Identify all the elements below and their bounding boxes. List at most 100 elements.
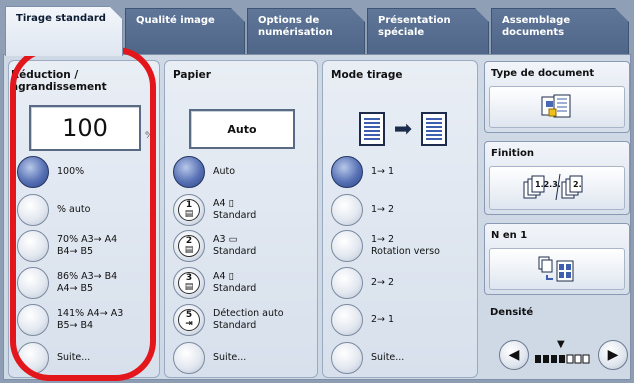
button-title: Type de document (491, 68, 595, 79)
radio[interactable] (17, 194, 49, 226)
tab-label: Assemblage documents (502, 15, 571, 38)
option-label: 100% (57, 166, 85, 177)
radio-selected[interactable] (17, 156, 49, 188)
option-label: 141% A4→ A3 B5→ B4 (57, 308, 124, 331)
radio[interactable] (173, 342, 205, 374)
tab-label: Tirage standard (16, 13, 106, 24)
density-bar (535, 354, 590, 364)
radio[interactable]: 2 ▤ (173, 230, 205, 262)
mode-option-more[interactable]: Suite... (331, 341, 404, 375)
button-face (489, 248, 625, 290)
option-label: Détection auto Standard (213, 308, 284, 331)
option-label: 1→ 1 (371, 166, 395, 177)
paper-group: Papier Auto Auto 1 ▤ A4 ▯ Standard 2 ▤ A3 … (164, 60, 318, 378)
paper-option-tray-5[interactable]: 5 ⇥ Détection auto Standard (173, 303, 284, 337)
n-up-button[interactable]: N en 1 (484, 223, 630, 295)
option-label: Suite... (371, 352, 405, 363)
paper-option-tray-2[interactable]: 2 ▤ A3 ▭ Standard (173, 229, 256, 263)
reduction-option-auto[interactable]: % auto (17, 193, 90, 227)
tab-corner (351, 8, 365, 22)
option-label: % auto (57, 204, 91, 215)
paper-option-more[interactable]: Suite... (173, 341, 246, 375)
reduction-group: Réduction / agrandissement 100 % 100% % … (8, 60, 160, 378)
tab-presentation-speciale[interactable]: Présentation spéciale (367, 8, 489, 54)
option-label: Auto (213, 166, 236, 177)
zoom-value-field[interactable]: 100 (29, 105, 141, 151)
density-scale: ▼ (535, 339, 597, 367)
density-increase-button[interactable]: ▶ (598, 340, 628, 370)
tray-1-icon: 1 ▤ (178, 199, 200, 221)
tab-corner (615, 8, 629, 22)
tab-qualite-image[interactable]: Qualité image (125, 8, 245, 54)
radio[interactable] (331, 230, 363, 262)
tab-options-numerisation[interactable]: Options de numérisation (247, 8, 365, 54)
radio-selected[interactable] (331, 156, 363, 188)
paper-value: Auto (227, 122, 257, 136)
tray-2-icon: 2 ▤ (178, 235, 200, 257)
tab-tirage-standard[interactable]: Tirage standard (5, 6, 123, 56)
document-type-icon (541, 94, 571, 118)
option-label: 1→ 2 (371, 204, 395, 215)
tab-corner (231, 8, 245, 22)
left-triangle-icon: ◀ (508, 347, 520, 363)
radio[interactable] (17, 267, 49, 299)
button-title: Finition (491, 148, 535, 159)
radio[interactable]: 1 ▤ (173, 194, 205, 226)
reduction-option-more[interactable]: Suite... (17, 341, 90, 375)
radio[interactable] (17, 342, 49, 374)
paper-option-tray-1[interactable]: 1 ▤ A4 ▯ Standard (173, 193, 256, 227)
tab-bar: Tirage standard Qualité image Options de… (0, 0, 634, 56)
group-title: Papier (173, 69, 211, 81)
radio[interactable] (331, 304, 363, 336)
radio[interactable] (17, 230, 49, 262)
tray-3-icon: 3 ▤ (178, 272, 200, 294)
option-label: 2→ 1 (371, 314, 395, 325)
radio[interactable] (331, 194, 363, 226)
density-title: Densité (490, 307, 534, 318)
reduction-option-86[interactable]: 86% A3→ B4 A4→ B5 (17, 266, 117, 300)
button-title: N en 1 (491, 230, 528, 241)
paper-value-field[interactable]: Auto (189, 109, 295, 149)
finishing-button[interactable]: Finition 1.2.3. 2. (484, 141, 630, 215)
mode-option-1-1[interactable]: 1→ 1 (331, 155, 394, 189)
tray-5-icon: 5 ⇥ (178, 309, 200, 331)
tab-label: Présentation spéciale (378, 15, 451, 38)
tab-assemblage-documents[interactable]: Assemblage documents (491, 8, 629, 54)
radio[interactable] (331, 342, 363, 374)
group-title: Mode tirage (331, 69, 403, 81)
document-type-button[interactable]: Type de document (484, 61, 630, 133)
option-label: A4 ▯ Standard (213, 271, 257, 294)
mode-option-1-2-rotation[interactable]: 1→ 2 Rotation verso (331, 229, 440, 263)
radio[interactable]: 3 ▤ (173, 267, 205, 299)
mode-option-2-2[interactable]: 2→ 2 (331, 266, 394, 300)
main-panel: Réduction / agrandissement 100 % 100% % … (3, 54, 631, 380)
right-triangle-icon: ▶ (607, 347, 619, 363)
copy-mode-group: Mode tirage ➡ 1→ 1 1→ 2 1→ 2 Rotation ve… (322, 60, 478, 378)
svg-text:1.2.3.: 1.2.3. (535, 180, 561, 189)
radio[interactable] (17, 304, 49, 336)
density-decrease-button[interactable]: ◀ (499, 340, 529, 370)
radio[interactable] (331, 267, 363, 299)
radio[interactable]: 5 ⇥ (173, 304, 205, 336)
paper-option-tray-3[interactable]: 3 ▤ A4 ▯ Standard (173, 266, 256, 300)
button-face: 1.2.3. 2. (489, 166, 625, 210)
copy-mode-illustration: ➡ (359, 109, 447, 149)
svg-text:2.: 2. (573, 180, 582, 189)
group-title: Réduction / agrandissement (11, 69, 107, 93)
paper-option-auto[interactable]: Auto (173, 155, 235, 189)
button-face (489, 86, 625, 128)
option-label: 70% A3→ A4 B4→ B5 (57, 234, 118, 257)
document-single-icon (421, 112, 447, 146)
reduction-option-141[interactable]: 141% A4→ A3 B5→ B4 (17, 303, 123, 337)
option-label: 2→ 2 (371, 277, 395, 288)
finishing-collate-icon: 1.2.3. 2. (523, 173, 583, 201)
mode-option-1-2[interactable]: 1→ 2 (331, 193, 394, 227)
mode-option-2-1[interactable]: 2→ 1 (331, 303, 394, 337)
tab-corner (475, 8, 489, 22)
radio-selected[interactable] (173, 156, 205, 188)
tab-label: Qualité image (136, 15, 215, 26)
reduction-option-100[interactable]: 100% (17, 155, 84, 189)
reduction-option-70[interactable]: 70% A3→ A4 B4→ B5 (17, 229, 117, 263)
option-label: 1→ 2 Rotation verso (371, 234, 440, 257)
zoom-unit: % (145, 131, 154, 141)
